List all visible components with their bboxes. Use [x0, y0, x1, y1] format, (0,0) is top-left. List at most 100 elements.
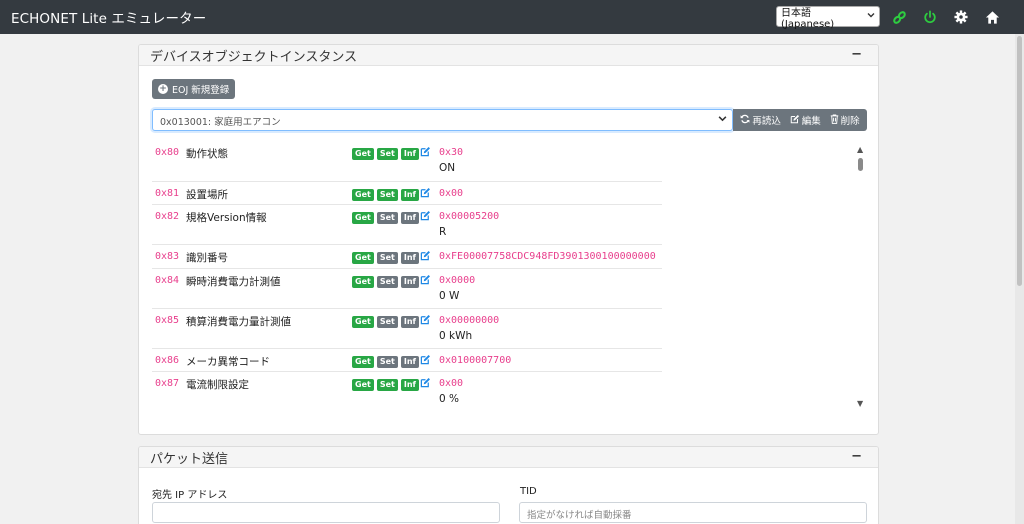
property-access-badges: Get Set Inf — [352, 379, 419, 391]
property-decoded-value: 0 % — [439, 393, 459, 405]
inf-badge: Inf — [400, 148, 419, 160]
property-row: 0x86 メーカ異常コード Get Set Inf 0x0100007700 — [152, 348, 662, 371]
navbar: ECHONET Lite エミュレーター 日本語 (Japanese) — [0, 0, 1024, 34]
eoj-select[interactable]: 0x013001: 家庭用エアコン — [152, 109, 733, 131]
language-select-value: 日本語 (Japanese) — [781, 7, 835, 30]
edit-property-icon[interactable] — [420, 146, 431, 160]
property-access-badges: Get Set Inf — [352, 276, 419, 288]
property-name: 瞬時消費電力計測値 — [186, 276, 281, 288]
link-icon[interactable] — [891, 9, 907, 25]
property-list-scrollbar[interactable]: ▲ ▼ — [855, 141, 867, 411]
property-value: 0x0000 — [439, 275, 476, 286]
packet-card-title: パケット送信 — [150, 452, 229, 467]
property-decoded-value: ON — [439, 162, 456, 174]
inf-badge: Inf — [400, 356, 419, 368]
get-badge: Get — [352, 148, 374, 160]
property-value: 0x00 — [439, 188, 464, 199]
property-access-badges: Get Set Inf — [352, 212, 419, 224]
property-row: 0x85 積算消費電力量計測値 Get Set Inf 0x00000000 0 kWh — [152, 308, 662, 348]
device-card-header: デバイスオブジェクトインスタンス − — [139, 45, 878, 66]
packet-card-collapse-button[interactable]: − — [851, 449, 862, 464]
scrollbar-thumb[interactable] — [858, 158, 863, 171]
property-row: 0x87 電流制限設定 Get Set Inf 0x00 0 % — [152, 371, 662, 411]
property-name: 規格Version情報 — [186, 212, 267, 224]
dest-ip-input[interactable] — [152, 502, 500, 523]
set-badge: Set — [376, 356, 398, 368]
property-value: 0x00005200 — [439, 211, 500, 222]
edit-property-icon[interactable] — [420, 377, 431, 391]
property-epc: 0x85 — [155, 315, 180, 326]
refresh-icon — [740, 114, 750, 127]
set-badge: Set — [376, 212, 398, 224]
page-scrollbar[interactable] — [1015, 34, 1024, 524]
inf-badge: Inf — [400, 252, 419, 264]
edit-property-icon[interactable] — [420, 250, 431, 264]
property-name: メーカ異常コード — [186, 356, 270, 368]
property-epc: 0x81 — [155, 188, 180, 199]
property-name: 識別番号 — [186, 252, 228, 264]
get-badge: Get — [352, 189, 374, 201]
property-row: 0x81 設置場所 Get Set Inf 0x00 — [152, 181, 662, 204]
edit-property-icon[interactable] — [420, 354, 431, 368]
reload-button-label: 再読込 — [752, 116, 781, 127]
property-row: 0x80 動作状態 Get Set Inf 0x30 ON — [152, 141, 662, 181]
edit-property-icon[interactable] — [420, 210, 431, 224]
property-name: 設置場所 — [186, 189, 228, 201]
chevron-down-icon — [718, 114, 727, 126]
tid-input[interactable]: 指定がなければ自動採番 — [519, 502, 867, 523]
set-badge: Set — [376, 148, 398, 160]
home-icon[interactable] — [984, 9, 1000, 25]
page-scrollbar-thumb[interactable] — [1017, 36, 1022, 286]
get-badge: Get — [352, 212, 374, 224]
device-card-collapse-button[interactable]: − — [851, 47, 862, 62]
property-epc: 0x82 — [155, 211, 180, 222]
property-access-badges: Get Set Inf — [352, 148, 419, 160]
property-value: 0x00 — [439, 378, 464, 389]
property-value: 0x0100007700 — [439, 355, 512, 366]
device-card-title: デバイスオブジェクトインスタンス — [150, 50, 358, 65]
property-decoded-value: R — [439, 226, 447, 238]
property-epc: 0x86 — [155, 355, 180, 366]
property-access-badges: Get Set Inf — [352, 316, 419, 328]
get-badge: Get — [352, 356, 374, 368]
get-badge: Get — [352, 316, 374, 328]
device-object-card: デバイスオブジェクトインスタンス − + EOJ 新規登録 0x013001: … — [138, 44, 879, 435]
trash-icon — [830, 113, 839, 127]
packet-send-card: パケット送信 − 宛先 IP アドレス TID 指定がなければ自動採番 — [138, 446, 879, 524]
property-access-badges: Get Set Inf — [352, 356, 419, 368]
gear-icon[interactable] — [953, 9, 969, 25]
property-access-badges: Get Set Inf — [352, 189, 419, 201]
property-value: 0x00000000 — [439, 315, 500, 326]
chevron-down-icon — [867, 11, 875, 22]
language-select[interactable]: 日本語 (Japanese) — [776, 6, 880, 30]
dest-ip-label: 宛先 IP アドレス — [152, 490, 228, 501]
tid-label: TID — [520, 486, 537, 497]
edit-eoj-button[interactable]: 編集 — [790, 113, 821, 127]
eoj-select-value: 0x013001: 家庭用エアコン — [160, 117, 281, 128]
property-row: 0x82 規格Version情報 Get Set Inf 0x00005200 R — [152, 204, 662, 244]
inf-badge: Inf — [400, 212, 419, 224]
edit-property-icon[interactable] — [420, 187, 431, 201]
property-decoded-value: 0 kWh — [439, 330, 473, 342]
power-icon[interactable] — [922, 9, 938, 25]
reload-button[interactable]: 再読込 — [740, 113, 781, 127]
property-decoded-value: 0 W — [439, 290, 460, 302]
set-badge: Set — [376, 276, 398, 288]
property-name: 積算消費電力量計測値 — [186, 316, 291, 328]
property-name: 電流制限設定 — [186, 379, 249, 391]
property-row: 0x84 瞬時消費電力計測値 Get Set Inf 0x0000 0 W — [152, 268, 662, 308]
packet-card-header: パケット送信 − — [139, 447, 878, 468]
property-value: 0xFE00007758CDC948FD3901300100000000 — [439, 251, 656, 262]
app-title[interactable]: ECHONET Lite エミュレーター — [11, 7, 206, 27]
inf-badge: Inf — [400, 189, 419, 201]
edit-property-icon[interactable] — [420, 314, 431, 328]
edit-button-label: 編集 — [801, 116, 821, 127]
delete-eoj-button[interactable]: 削除 — [830, 113, 860, 127]
scroll-up-arrow-icon[interactable]: ▲ — [857, 145, 863, 154]
edit-property-icon[interactable] — [420, 274, 431, 288]
new-eoj-button[interactable]: + EOJ 新規登録 — [152, 79, 236, 99]
scroll-down-arrow-icon[interactable]: ▼ — [857, 399, 863, 408]
plus-circle-icon: + — [158, 83, 168, 94]
property-name: 動作状態 — [186, 148, 228, 160]
eoj-action-group: 再読込 編集 削除 — [733, 109, 867, 131]
